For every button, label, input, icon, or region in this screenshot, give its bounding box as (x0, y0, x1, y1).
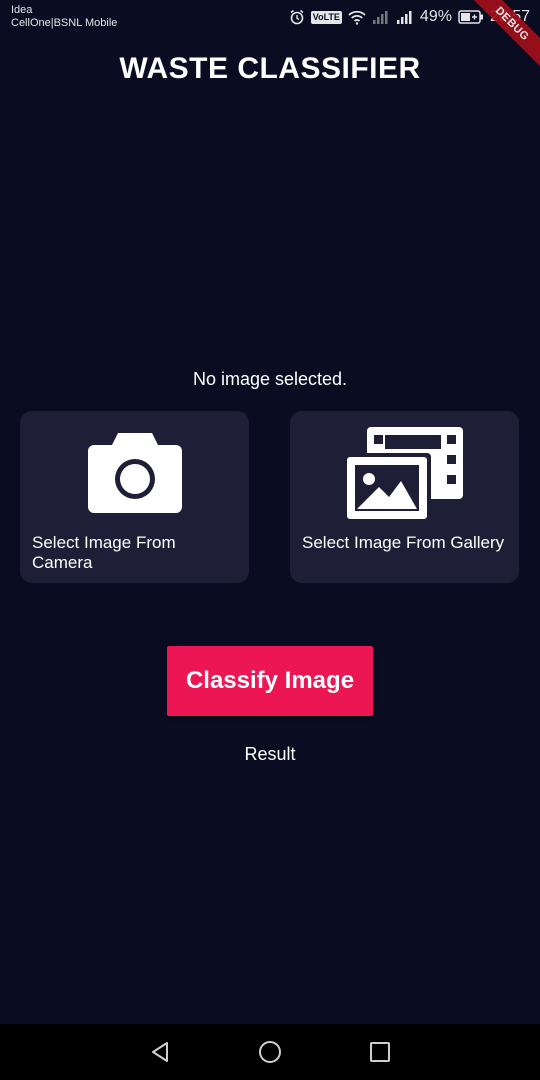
carrier-secondary: CellOne|BSNL Mobile (11, 17, 118, 29)
home-icon[interactable] (255, 1037, 285, 1067)
select-gallery-card[interactable]: Select Image From Gallery (290, 411, 519, 583)
gallery-icon (290, 425, 519, 523)
gallery-card-label: Select Image From Gallery (302, 533, 505, 552)
signal-icon (372, 10, 390, 24)
battery-icon (458, 10, 484, 24)
recents-icon[interactable] (365, 1037, 395, 1067)
carrier-info: Idea CellOne|BSNL Mobile (11, 4, 117, 30)
signal-icon (396, 10, 414, 24)
result-text: Result (244, 744, 296, 764)
carrier-primary: Idea (11, 4, 33, 16)
no-image-status: No image selected. (192, 369, 348, 389)
battery-percent: 49% (419, 8, 452, 25)
system-nav-bar (0, 1024, 540, 1080)
camera-icon (20, 429, 249, 517)
alarm-icon (289, 9, 305, 25)
app-screen: Idea CellOne|BSNL Mobile VoLTE 49% 20:57 (0, 0, 540, 1080)
camera-card-label: Select Image From Camera (32, 533, 176, 572)
volte-icon: VoLTE (310, 10, 342, 24)
status-bar: Idea CellOne|BSNL Mobile VoLTE 49% 20:57 (0, 0, 540, 34)
select-camera-card[interactable]: Select Image From Camera (20, 411, 249, 583)
wifi-icon (348, 10, 366, 25)
classify-image-button[interactable]: Classify Image (167, 646, 373, 716)
back-icon[interactable] (145, 1037, 175, 1067)
app-title: WASTE CLASSIFIER (119, 52, 421, 85)
